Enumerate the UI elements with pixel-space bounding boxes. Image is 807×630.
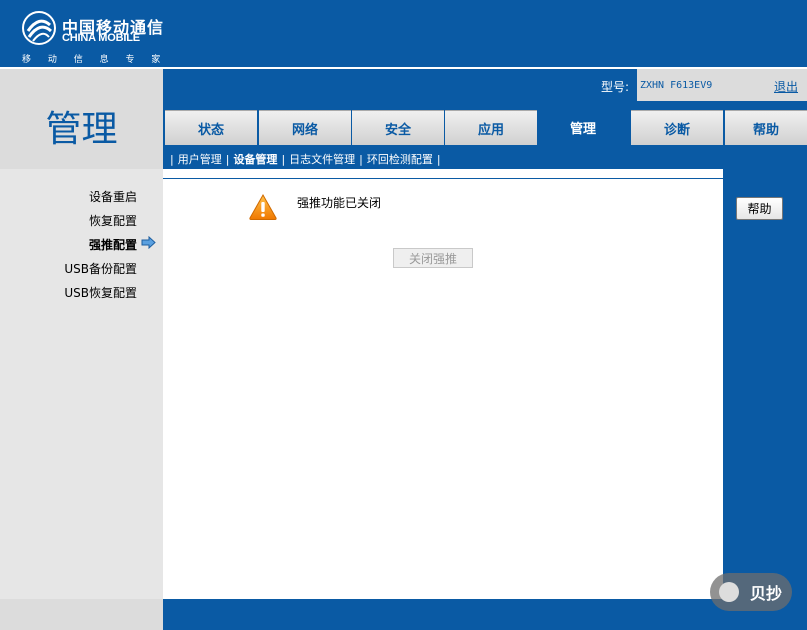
subnav-loopback-detection[interactable]: 环回检测配置 <box>367 153 433 166</box>
subnav-device-management[interactable]: 设备管理 <box>233 153 277 166</box>
help-column-top <box>723 169 807 184</box>
sidebar-item-usb-backup[interactable]: USB备份配置 <box>64 260 137 277</box>
tab-management[interactable]: 管理 <box>537 101 629 145</box>
subnav-log-file-management[interactable]: 日志文件管理 <box>289 153 355 166</box>
tab-security[interactable]: 安全 <box>352 110 444 146</box>
footer-left <box>0 599 163 630</box>
warning-icon <box>249 193 277 220</box>
tab-status[interactable]: 状态 <box>165 110 257 146</box>
sidebar-item-restore-config[interactable]: 恢复配置 <box>89 212 137 229</box>
status-message: 强推功能已关闭 <box>297 196 382 210</box>
logout-link[interactable]: 退出 <box>774 78 798 95</box>
footer-right <box>163 599 807 630</box>
subnav-user-management[interactable]: 用户管理 <box>178 153 222 166</box>
watermark-badge: 贝抄 <box>710 573 792 611</box>
brand-name-en: CHINA MOBILE <box>62 32 140 44</box>
sidebar-item-usb-restore[interactable]: USB恢复配置 <box>64 284 137 301</box>
brand-slogan: 移 动 信 息 专 家 <box>22 55 161 65</box>
help-button[interactable]: 帮助 <box>736 197 783 220</box>
separator: | <box>225 153 230 166</box>
sidebar-item-device-restart[interactable]: 设备重启 <box>89 188 137 205</box>
main-content <box>163 178 723 600</box>
help-column <box>723 184 807 599</box>
model-value: ZXHN F613EV9 <box>640 80 713 91</box>
separator: | <box>436 153 441 166</box>
sidebar <box>0 169 163 599</box>
separator: | <box>281 153 286 166</box>
tab-diagnosis[interactable]: 诊断 <box>631 110 723 146</box>
separator: | <box>170 153 174 166</box>
model-label: 型号: <box>601 80 630 94</box>
separator: | <box>359 153 363 166</box>
page-title: 管理 <box>45 109 118 150</box>
sub-nav-links: | 用户管理 | 设备管理 | 日志文件管理 | 环回检测配置 | <box>170 151 441 167</box>
china-mobile-logo-icon <box>22 11 56 45</box>
close-force-push-button[interactable]: 关闭强推 <box>393 248 473 268</box>
mascot-icon <box>719 582 739 602</box>
tab-application[interactable]: 应用 <box>445 110 537 146</box>
sidebar-item-force-push-config[interactable]: 强推配置 <box>89 236 137 253</box>
arrow-right-icon <box>141 236 156 249</box>
watermark-text: 贝抄 <box>749 584 782 603</box>
tab-help[interactable]: 帮助 <box>725 110 807 146</box>
tab-network[interactable]: 网络 <box>259 110 351 146</box>
